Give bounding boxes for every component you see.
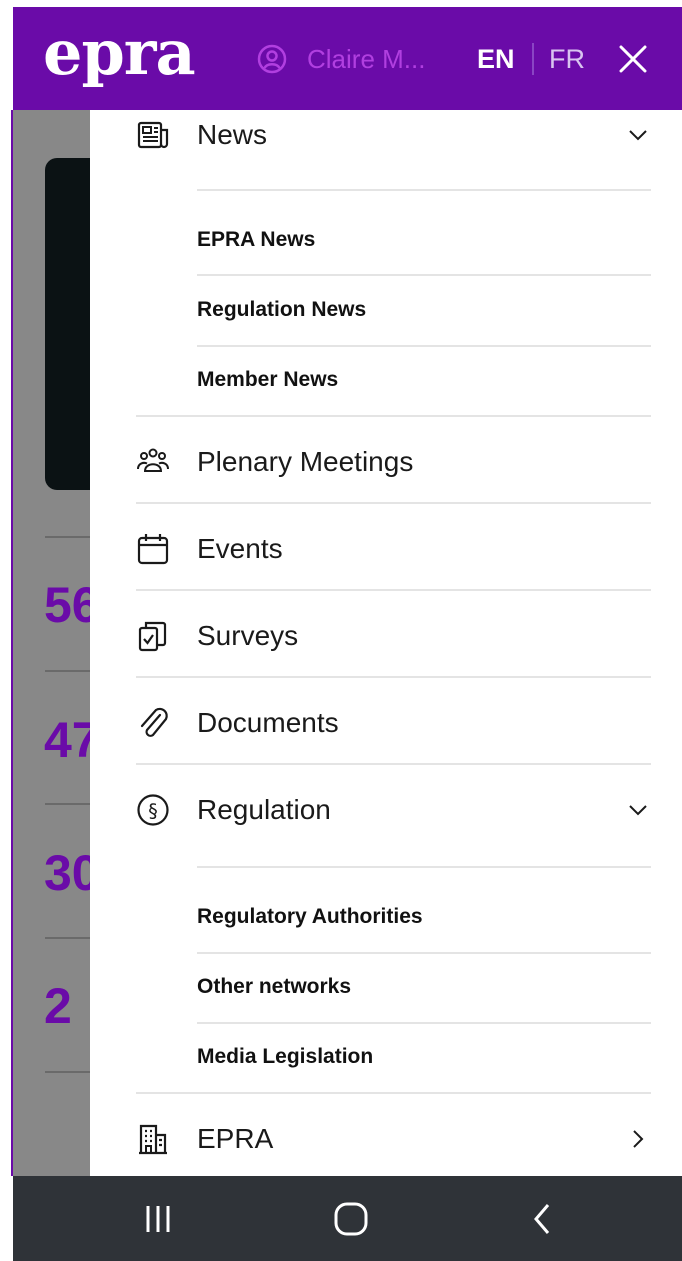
background-divider	[45, 670, 90, 672]
menu-item-plenary-meetings[interactable]: Plenary Meetings	[136, 442, 651, 482]
menu-item-events[interactable]: Events	[136, 529, 651, 569]
background-divider	[45, 803, 90, 805]
menu-item-label: Plenary Meetings	[197, 446, 414, 477]
submenu-item-other-networks[interactable]: Other networks	[197, 973, 351, 1001]
menu-item-label: Events	[197, 533, 283, 564]
divider	[197, 1022, 651, 1024]
divider	[197, 274, 651, 276]
home-icon[interactable]	[328, 1196, 374, 1242]
section-sign-icon: §	[137, 794, 169, 826]
close-icon[interactable]	[617, 43, 649, 75]
background-divider	[45, 536, 90, 538]
menu-item-label: EPRA	[197, 1123, 274, 1154]
background-stat: 56	[44, 577, 90, 633]
divider	[197, 345, 651, 347]
chevron-down-icon[interactable]	[626, 798, 650, 822]
background-card	[45, 158, 90, 490]
background-stat: 2	[44, 978, 72, 1034]
divider	[136, 1092, 651, 1094]
epra-logo[interactable]: epra	[43, 13, 196, 93]
submenu-item-regulation-news[interactable]: Regulation News	[197, 296, 366, 324]
divider	[136, 415, 651, 417]
language-separator	[532, 43, 534, 75]
paperclip-icon	[140, 707, 168, 737]
language-fr-button[interactable]: FR	[549, 43, 585, 75]
menu-item-label: Surveys	[197, 620, 299, 651]
divider	[197, 189, 651, 191]
menu-item-regulation[interactable]: § Regulation	[136, 790, 651, 830]
people-icon	[137, 448, 169, 472]
calendar-icon	[137, 534, 169, 565]
menu-item-label: Regulation	[197, 794, 331, 825]
back-icon[interactable]	[520, 1196, 566, 1242]
clipboard-check-icon	[138, 621, 167, 652]
chevron-right-icon[interactable]	[626, 1127, 650, 1151]
menu-item-news[interactable]: News	[136, 115, 651, 155]
submenu-item-regulatory-authorities[interactable]: Regulatory Authorities	[197, 903, 423, 931]
divider	[136, 676, 651, 678]
background-stat: 47	[44, 712, 90, 768]
background-stat: 30	[44, 845, 90, 901]
navigation-drawer: News EPRA News Regulation News Member Ne…	[90, 110, 682, 1176]
background-divider	[45, 1071, 90, 1073]
submenu-item-epra-news[interactable]: EPRA News	[197, 226, 315, 254]
menu-item-label: News	[197, 119, 268, 150]
svg-text:§: §	[148, 800, 158, 822]
user-name[interactable]: Claire M...	[307, 43, 425, 75]
menu-item-documents[interactable]: Documents	[136, 703, 651, 743]
submenu-item-member-news[interactable]: Member News	[197, 366, 338, 394]
recent-apps-icon[interactable]	[135, 1196, 181, 1242]
divider	[197, 866, 651, 868]
system-navigation-bar	[13, 1176, 682, 1261]
divider	[197, 952, 651, 954]
chevron-down-icon[interactable]	[626, 123, 650, 147]
divider	[136, 502, 651, 504]
divider	[136, 589, 651, 591]
background-divider	[45, 937, 90, 939]
menu-item-surveys[interactable]: Surveys	[136, 616, 651, 656]
building-icon	[139, 1124, 167, 1155]
divider	[136, 763, 651, 765]
user-account-icon[interactable]	[257, 44, 287, 74]
app-header: epra Claire M... EN FR	[13, 7, 682, 110]
menu-item-label: Documents	[197, 707, 339, 738]
background-page: 56 47 30 2	[13, 110, 90, 1176]
language-en-button[interactable]: EN	[477, 43, 515, 75]
newspaper-icon	[137, 121, 169, 149]
menu-item-epra[interactable]: EPRA	[136, 1119, 651, 1159]
submenu-item-media-legislation[interactable]: Media Legislation	[197, 1043, 373, 1071]
